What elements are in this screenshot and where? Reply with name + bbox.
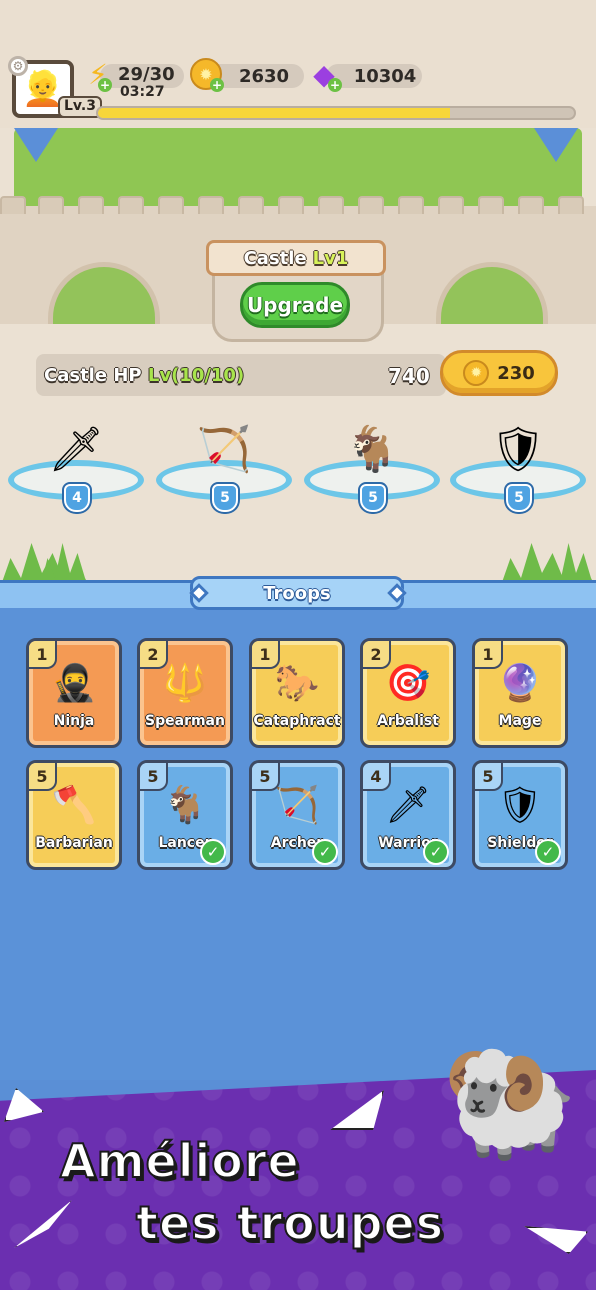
troop-card-barbarian[interactable]: 5 🪓 Barbarian bbox=[26, 760, 122, 870]
deployed-check-icon: ✓ bbox=[200, 839, 226, 865]
lancer-icon: 🐐 bbox=[162, 785, 208, 826]
ninja-icon: 🥷 bbox=[51, 663, 97, 704]
gold-coin-icon: ✹ bbox=[463, 360, 490, 386]
troop-card-lancer[interactable]: 5 🐐 Lancer ✓ bbox=[137, 760, 233, 870]
troop-name: Spearman bbox=[145, 713, 225, 729]
deploy-slot-1-level: 4 bbox=[64, 484, 90, 512]
crenel bbox=[318, 196, 344, 214]
castle-hp-level: Lv(10/10) bbox=[147, 365, 245, 386]
crenel bbox=[438, 196, 464, 214]
crenel bbox=[38, 196, 64, 214]
add-gems-icon[interactable]: + bbox=[328, 78, 342, 92]
deployed-check-icon: ✓ bbox=[423, 839, 449, 865]
xp-progress-fill bbox=[98, 108, 451, 118]
deploy-slot-3-level: 5 bbox=[360, 484, 386, 512]
archer-icon: 🏹 bbox=[274, 785, 320, 826]
troop-name: Cataphract bbox=[253, 713, 341, 729]
promo-title-line-2: tes troupes bbox=[135, 1195, 445, 1251]
castle-level: Lv1 bbox=[312, 247, 349, 269]
troop-card-mage[interactable]: 1 🔮 Mage bbox=[472, 638, 568, 748]
crenel bbox=[478, 196, 504, 214]
promo-title-line-1: Améliore bbox=[59, 1133, 300, 1189]
energy-count: 29/30 bbox=[118, 64, 175, 85]
crenel bbox=[278, 196, 304, 214]
troop-name: Mage bbox=[498, 713, 542, 729]
arbalist-icon: 🎯 bbox=[385, 663, 431, 704]
cataphract-icon: 🐎 bbox=[274, 663, 320, 704]
hp-upgrade-cost-button[interactable]: ✹ 230 bbox=[440, 350, 558, 396]
barbarian-icon: 🪓 bbox=[51, 785, 97, 826]
crenel bbox=[358, 196, 384, 214]
mage-icon: 🔮 bbox=[497, 663, 543, 704]
troop-card-arbalist[interactable]: 2 🎯 Arbalist bbox=[360, 638, 456, 748]
crenel bbox=[198, 196, 224, 214]
castle-name: Castle bbox=[243, 247, 307, 269]
crenel bbox=[238, 196, 264, 214]
hp-upgrade-cost: 230 bbox=[497, 362, 535, 384]
troop-card-shielder[interactable]: 5 🛡 Shielder ✓ bbox=[472, 760, 568, 870]
crenel bbox=[78, 196, 104, 214]
troop-card-cataphract[interactable]: 1 🐎 Cataphract bbox=[249, 638, 345, 748]
warrior-unit-icon: 🗡 bbox=[48, 424, 104, 475]
bush bbox=[546, 543, 596, 580]
bush bbox=[500, 543, 570, 580]
knight-on-goat-icon: 🐏 bbox=[441, 1035, 579, 1164]
crenel bbox=[158, 196, 184, 214]
castle-hp-title: Castle HP bbox=[44, 365, 142, 386]
castle-title: Castle Lv1 bbox=[206, 240, 386, 276]
spearman-icon: 🔱 bbox=[162, 663, 208, 704]
energy-timer: 03:27 bbox=[120, 84, 165, 100]
deploy-slot-4-level: 5 bbox=[506, 484, 532, 512]
troops-title: Troops bbox=[190, 576, 404, 610]
add-energy-icon[interactable]: + bbox=[98, 78, 112, 92]
crenel bbox=[558, 196, 584, 214]
troop-name: Barbarian bbox=[35, 835, 113, 851]
crenel bbox=[0, 196, 26, 214]
deployed-check-icon: ✓ bbox=[535, 839, 561, 865]
lancer-unit-icon: 🐐 bbox=[344, 424, 400, 475]
shielder-unit-icon: 🛡 bbox=[490, 424, 546, 475]
gem-count: 10304 bbox=[353, 65, 417, 87]
crenel bbox=[118, 196, 144, 214]
warrior-icon: 🗡 bbox=[385, 785, 431, 826]
gold-count: 2630 bbox=[238, 65, 290, 87]
troop-card-archer[interactable]: 5 🏹 Archer ✓ bbox=[249, 760, 345, 870]
troop-name: Arbalist bbox=[377, 713, 439, 729]
castle-hp-value: 740 bbox=[388, 364, 430, 388]
troop-card-spearman[interactable]: 2 🔱 Spearman bbox=[137, 638, 233, 748]
crenel bbox=[518, 196, 544, 214]
settings-gear-icon[interactable]: ⚙ bbox=[8, 56, 28, 76]
troop-card-ninja[interactable]: 1 🥷 Ninja bbox=[26, 638, 122, 748]
castle-hp-label: Castle HP Lv(10/10) bbox=[44, 365, 244, 386]
shielder-icon: 🛡 bbox=[497, 785, 543, 826]
castle-upgrade-button[interactable]: Upgrade bbox=[240, 282, 350, 328]
archer-unit-icon: 🏹 bbox=[196, 424, 252, 475]
troop-name: Ninja bbox=[53, 713, 95, 729]
add-gold-icon[interactable]: + bbox=[210, 78, 224, 92]
bush bbox=[40, 543, 90, 580]
deploy-slot-2-level: 5 bbox=[212, 484, 238, 512]
xp-progress-bar bbox=[96, 106, 576, 120]
troop-card-warrior[interactable]: 4 🗡 Warrior ✓ bbox=[360, 760, 456, 870]
deployed-check-icon: ✓ bbox=[312, 839, 338, 865]
crenel bbox=[398, 196, 424, 214]
